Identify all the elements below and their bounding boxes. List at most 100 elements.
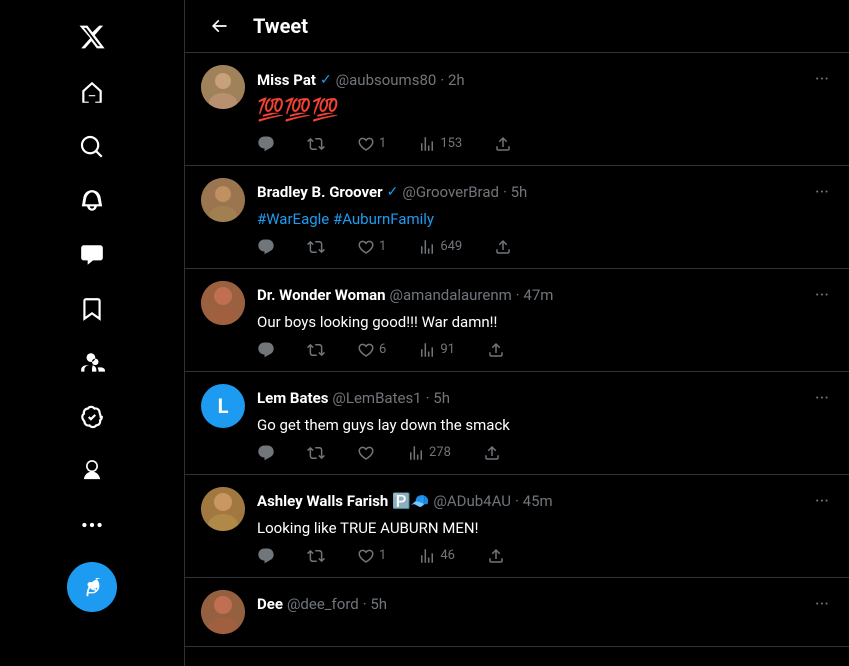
more-options-button[interactable]: ··· — [811, 384, 833, 413]
views-count: 153 — [440, 136, 462, 151]
tweet-body: Ashley Walls Farish 🅿️🧢 @ADub4AU · 45m ·… — [257, 487, 833, 565]
tweet-body: Dee @dee_ford · 5h ··· — [257, 590, 833, 634]
avatar — [201, 281, 245, 325]
views-button[interactable]: 46 — [418, 547, 455, 565]
author-handle: @amandalaurenm — [390, 286, 512, 304]
profile-nav[interactable] — [67, 446, 117, 496]
reply-button[interactable] — [257, 238, 275, 256]
communities-nav[interactable] — [67, 338, 117, 388]
avatar — [201, 65, 245, 109]
more-nav[interactable] — [67, 500, 117, 550]
twitter-logo[interactable] — [67, 12, 117, 62]
tweet-content: Our boys looking good!!! War damn!! — [257, 312, 833, 333]
tweet-list: Miss Pat ✓ @aubsoums80 · 2h ··· 💯💯💯 — [185, 53, 849, 666]
tweet-body: Dr. Wonder Woman @amandalaurenm · 47m ··… — [257, 281, 833, 359]
reply-button[interactable] — [257, 135, 275, 153]
tweet-time: · 2h — [440, 71, 464, 89]
more-options-button[interactable]: ··· — [811, 487, 833, 516]
views-button[interactable]: 649 — [418, 238, 462, 256]
author-name: Bradley B. Groover — [257, 183, 383, 201]
author-handle: @dee_ford — [287, 595, 359, 613]
messages-nav[interactable] — [67, 230, 117, 280]
page-title: Tweet — [253, 14, 308, 38]
author-name: Lem Bates — [257, 389, 328, 407]
tweet-actions: 1 649 — [257, 238, 833, 256]
verified-nav[interactable] — [67, 392, 117, 442]
more-options-button[interactable]: ··· — [811, 590, 833, 619]
verified-badge: ✓ — [320, 72, 332, 88]
bookmarks-nav[interactable] — [67, 284, 117, 334]
like-button[interactable] — [357, 444, 375, 462]
author-name: Dee — [257, 595, 283, 613]
tweet-actions: 278 — [257, 444, 833, 462]
views-button[interactable]: 153 — [418, 135, 462, 153]
more-options-button[interactable]: ··· — [811, 178, 833, 207]
tweet-time: · 47m — [516, 286, 554, 304]
avatar — [201, 487, 245, 531]
tweet-actions: 1 153 — [257, 135, 833, 153]
tweet-header: Tweet — [185, 0, 849, 53]
verified-badge: ✓ — [387, 184, 399, 200]
author-name: Ashley Walls Farish 🅿️🧢 — [257, 492, 429, 510]
search-nav[interactable] — [67, 122, 117, 172]
views-button[interactable]: 278 — [407, 444, 451, 462]
tweet-row[interactable]: Dr. Wonder Woman @amandalaurenm · 47m ··… — [185, 269, 849, 372]
tweet-row[interactable]: L Lem Bates @LemBates1 · 5h ··· Go get t… — [185, 372, 849, 475]
retweet-button[interactable] — [307, 547, 325, 565]
like-count: 6 — [379, 342, 386, 357]
tweet-body: Bradley B. Groover ✓ @GrooverBrad · 5h ·… — [257, 178, 833, 256]
share-button[interactable] — [487, 547, 505, 565]
like-button[interactable]: 1 — [357, 547, 386, 565]
views-button[interactable]: 91 — [418, 341, 455, 359]
tweet-content: 💯💯💯 — [257, 96, 833, 127]
share-button[interactable] — [494, 238, 512, 256]
sidebar: ✎ — [0, 0, 185, 666]
tweet-row[interactable]: Ashley Walls Farish 🅿️🧢 @ADub4AU · 45m ·… — [185, 475, 849, 578]
tweet-content: Go get them guys lay down the smack — [257, 415, 833, 436]
reply-button[interactable] — [257, 341, 275, 359]
like-count: 1 — [379, 136, 386, 151]
author-handle: @aubsoums80 — [336, 71, 437, 89]
like-button[interactable]: 6 — [357, 341, 386, 359]
tweet-body: Lem Bates @LemBates1 · 5h ··· Go get the… — [257, 384, 833, 462]
compose-button[interactable]: ✎ — [67, 562, 117, 612]
retweet-button[interactable] — [307, 135, 325, 153]
share-button[interactable] — [483, 444, 501, 462]
views-count: 278 — [429, 445, 451, 460]
tweet-actions: 1 46 — [257, 547, 833, 565]
retweet-button[interactable] — [307, 341, 325, 359]
views-count: 649 — [440, 239, 462, 254]
svg-text:✎: ✎ — [87, 581, 98, 596]
more-options-button[interactable]: ··· — [811, 65, 833, 94]
like-button[interactable]: 1 — [357, 135, 386, 153]
share-button[interactable] — [494, 135, 512, 153]
reply-button[interactable] — [257, 444, 275, 462]
tweet-time: · 5h — [426, 389, 450, 407]
avatar — [201, 590, 245, 634]
tweet-time: · 5h — [503, 183, 527, 201]
like-count: 1 — [379, 548, 386, 563]
like-button[interactable]: 1 — [357, 238, 386, 256]
tweet-content: #WarEagle #AuburnFamily — [257, 209, 833, 230]
more-options-button[interactable]: ··· — [811, 281, 833, 310]
author-name: Miss Pat — [257, 71, 316, 89]
tweet-actions: 6 91 — [257, 341, 833, 359]
author-name: Dr. Wonder Woman — [257, 286, 386, 304]
home-nav[interactable] — [67, 68, 117, 118]
share-button[interactable] — [487, 341, 505, 359]
tweet-row[interactable]: Miss Pat ✓ @aubsoums80 · 2h ··· 💯💯💯 — [185, 53, 849, 166]
retweet-button[interactable] — [307, 444, 325, 462]
notifications-nav[interactable] — [67, 176, 117, 226]
author-handle: @GrooverBrad — [402, 183, 499, 201]
author-handle: @ADub4AU — [433, 492, 511, 510]
tweet-row[interactable]: Dee @dee_ford · 5h ··· — [185, 578, 849, 647]
back-button[interactable] — [201, 8, 237, 44]
tweet-body: Miss Pat ✓ @aubsoums80 · 2h ··· 💯💯💯 — [257, 65, 833, 153]
reply-button[interactable] — [257, 547, 275, 565]
author-handle: @LemBates1 — [332, 389, 421, 407]
tweet-time: · 45m — [515, 492, 553, 510]
tweet-content: Looking like TRUE AUBURN MEN! — [257, 518, 833, 539]
tweet-time: · 5h — [363, 595, 387, 613]
retweet-button[interactable] — [307, 238, 325, 256]
tweet-row[interactable]: Bradley B. Groover ✓ @GrooverBrad · 5h ·… — [185, 166, 849, 269]
